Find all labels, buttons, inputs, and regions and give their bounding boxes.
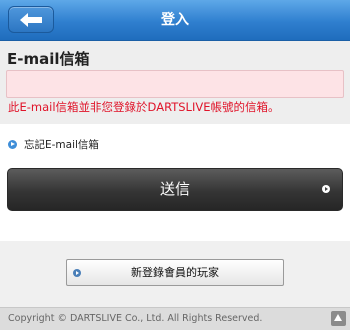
content-area: 忘記E-mail信箱 送信: [0, 124, 350, 241]
register-button[interactable]: 新登錄會員的玩家: [66, 259, 284, 286]
forgot-email-link[interactable]: 忘記E-mail信箱: [8, 137, 99, 151]
arrow-bullet-icon: [8, 139, 17, 149]
forgot-email-label: 忘記E-mail信箱: [24, 138, 99, 151]
submit-button[interactable]: 送信: [7, 168, 343, 211]
copyright-text: Copyright © DARTSLIVE Co., Ltd. All Righ…: [8, 313, 263, 324]
error-message: 此E-mail信箱並非您登錄於DARTSLIVE帳號的信箱。: [8, 100, 280, 114]
submit-label: 送信: [159, 180, 190, 198]
footer: Copyright © DARTSLIVE Co., Ltd. All Righ…: [0, 307, 350, 330]
email-form: E-mail信箱 此E-mail信箱並非您登錄於DARTSLIVE帳號的信箱。: [0, 41, 350, 124]
register-label: 新登錄會員的玩家: [131, 266, 219, 279]
page-title: 登入: [161, 12, 189, 28]
arrow-circle-icon: [322, 185, 330, 193]
email-input[interactable]: [6, 70, 344, 98]
arrow-bullet-icon: [73, 269, 81, 277]
scroll-top-button[interactable]: [331, 311, 346, 326]
register-section: 新登錄會員的玩家: [0, 241, 350, 307]
email-label: E-mail信箱: [7, 50, 90, 68]
header-bar: 登入: [0, 0, 350, 41]
